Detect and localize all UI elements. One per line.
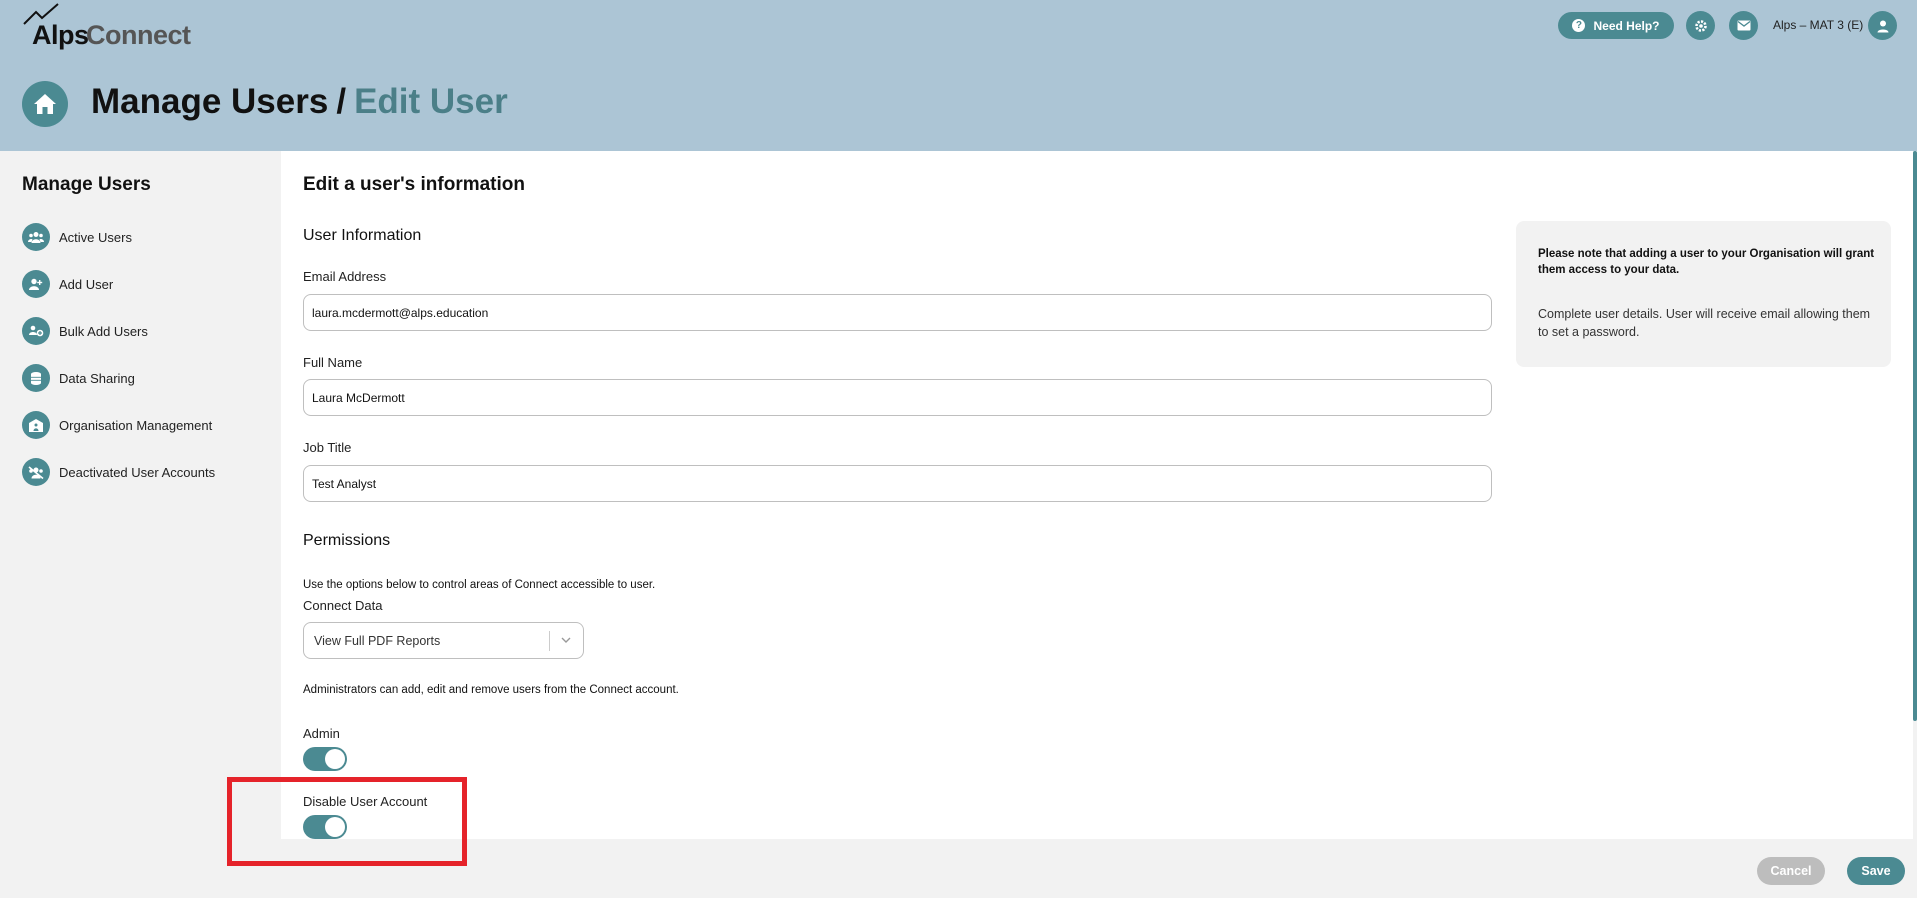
access-note: Please note that adding a user to your O… <box>1538 248 1875 276</box>
sidebar-item-deactivated-user-accounts[interactable]: Deactivated User Accounts <box>22 458 215 486</box>
email-label: Email Address <box>303 269 387 284</box>
question-icon: ? <box>1572 19 1586 32</box>
settings-button[interactable] <box>1686 11 1715 40</box>
sidebar-item-bulk-add-users[interactable]: Bulk Add Users <box>22 317 148 345</box>
full-name-label: Full Name <box>303 355 363 370</box>
sidebar-item-add-user[interactable]: Add User <box>22 270 113 298</box>
need-help-label: Need Help? <box>1593 18 1660 33</box>
admin-toggle[interactable] <box>303 747 347 771</box>
permissions-hint: Use the options below to control areas o… <box>303 579 656 591</box>
logo-alps-text: Alps <box>32 20 89 50</box>
details-note: Complete user details. User will receive… <box>1538 307 1871 339</box>
sidebar-item-label: Data Sharing <box>59 370 135 386</box>
sidebar-item-data-sharing[interactable]: Data Sharing <box>22 364 135 392</box>
database-icon <box>22 364 50 392</box>
sidebar-item-active-users[interactable]: Active Users <box>22 223 132 251</box>
sidebar-item-label: Add User <box>59 276 114 292</box>
need-help-button[interactable]: ? Need Help? <box>1558 12 1674 39</box>
sidebar-item-label: Bulk Add Users <box>59 323 148 339</box>
user-profile-button[interactable] <box>1868 11 1897 40</box>
select-divider <box>549 631 550 651</box>
sidebar-item-label: Deactivated User Accounts <box>59 464 216 480</box>
content-scrollbar[interactable] <box>1913 151 1917 721</box>
home-button[interactable] <box>22 81 68 127</box>
deactivated-users-icon <box>22 458 50 486</box>
add-user-icon <box>22 270 50 298</box>
users-icon <box>22 223 50 251</box>
page-title-main: Manage Users <box>91 82 329 121</box>
top-header: Alps Connect ? Need Help? Alps – MAT 3 (… <box>0 0 1917 151</box>
page-title-separator: / <box>336 82 347 121</box>
permissions-title: Permissions <box>303 532 391 549</box>
chevron-down-icon[interactable] <box>560 634 572 646</box>
gear-icon <box>1694 19 1707 32</box>
full-name-field[interactable] <box>303 379 1492 416</box>
edit-user-panel: Edit a user's information User Informati… <box>281 151 1913 839</box>
cancel-button[interactable]: Cancel <box>1757 857 1825 885</box>
page-title: Manage Users / Edit User <box>91 82 508 122</box>
sidebar-item-organisation-management[interactable]: Organisation Management <box>22 411 212 439</box>
bulk-users-icon <box>22 317 50 345</box>
user-information-title: User Information <box>303 227 422 244</box>
sidebar-item-label: Organisation Management <box>59 417 213 433</box>
connect-data-select[interactable]: View Full PDF Reports <box>303 622 584 659</box>
sidebar-title: Manage Users <box>22 174 151 195</box>
admin-hint: Administrators can add, edit and remove … <box>303 684 679 696</box>
envelope-icon <box>1737 20 1750 31</box>
messages-button[interactable] <box>1729 11 1758 40</box>
job-title-field[interactable] <box>303 465 1492 502</box>
connect-data-label: Connect Data <box>303 598 383 613</box>
content-heading: Edit a user's information <box>303 174 525 195</box>
admin-label: Admin <box>303 726 340 741</box>
home-icon <box>34 94 56 114</box>
page-title-sub: Edit User <box>354 82 508 121</box>
email-field[interactable] <box>303 294 1492 331</box>
sidebar-item-label: Active Users <box>59 229 132 245</box>
annotation-highlight-box <box>227 777 467 866</box>
admin-toggle-knob <box>325 749 345 769</box>
job-title-label: Job Title <box>303 440 352 455</box>
save-button[interactable]: Save <box>1847 857 1905 885</box>
organisation-icon <box>22 411 50 439</box>
logo-connect-text: Connect <box>86 20 191 50</box>
connect-data-selected-value: View Full PDF Reports <box>314 633 441 648</box>
info-box: Please note that adding a user to your O… <box>1516 221 1891 367</box>
account-name[interactable]: Alps – MAT 3 (E) <box>1773 18 1863 32</box>
user-icon <box>1877 20 1888 32</box>
alps-connect-logo[interactable]: Alps Connect <box>22 2 222 50</box>
